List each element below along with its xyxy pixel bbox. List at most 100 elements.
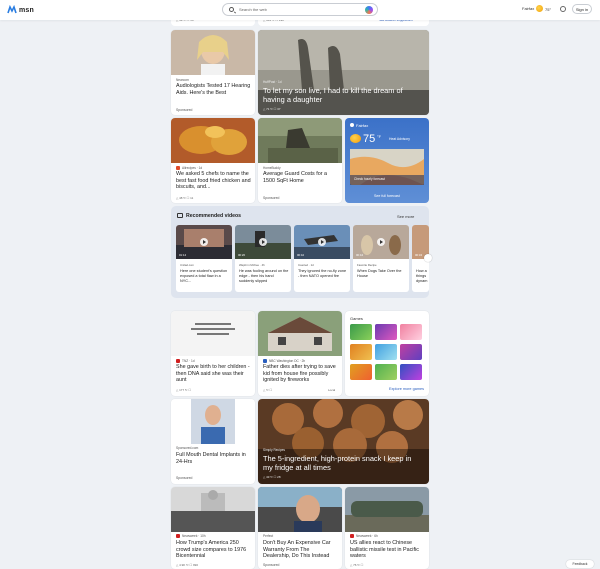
card-title[interactable]: She gave birth to her children - then DN…: [176, 364, 251, 384]
video-source: Unilad.com: [180, 263, 194, 267]
video-card[interactable]: 00:42 Inserted · 1d They ignored the no-…: [294, 225, 350, 292]
video-card[interactable]: 00:44 Favorite Recipe When Dogs Take Ove…: [353, 225, 409, 292]
hourly-forecast-link[interactable]: Check hourly forecast: [354, 177, 385, 181]
sponsored-label: Sponsored: [176, 476, 193, 480]
video-title[interactable]: Here one student's question exposed a to…: [180, 269, 230, 283]
card-meta: △ 177 ↻ ☐: [176, 388, 192, 392]
card-meta: △ 71 ↻ ☐ 37: [263, 107, 281, 111]
game-tile[interactable]: [350, 364, 372, 380]
source-name: Allrecipes · 1d: [182, 166, 203, 170]
explore-games-link[interactable]: Explore more games: [389, 387, 424, 391]
card-meta: △ 76 ↻ ☐: [350, 563, 364, 567]
game-tile[interactable]: [350, 344, 372, 360]
video-title[interactable]: How a things dynam: [416, 269, 427, 283]
game-tile[interactable]: [375, 344, 397, 360]
card-source: NBC Washington DC · 2h: [263, 359, 305, 364]
sponsored-label: Sponsored: [263, 563, 280, 567]
card-meta: △ 4.9K ↻ ☐ 990: [176, 563, 199, 567]
news-card[interactable]: TNZ · 1d She gave birth to her children …: [171, 311, 255, 396]
video-title[interactable]: They ignored the no-fly zone - then NATO…: [298, 269, 348, 279]
card-title[interactable]: US allies react to Chinese ballistic mis…: [350, 540, 425, 560]
card-title[interactable]: We asked 5 chefs to name the best fast f…: [176, 171, 251, 191]
video-duration: 00:42: [297, 253, 304, 257]
card-title[interactable]: Audiologists Tested 17 Hearing Aids. Her…: [176, 83, 251, 96]
hero-card[interactable]: Simply Recipes The 5-ingredient, high-pr…: [258, 399, 429, 484]
video-duration: 00:34: [415, 253, 422, 257]
card-image: [171, 399, 255, 444]
card-title[interactable]: Average Guard Costs for a 1500 SqFt Home: [263, 171, 338, 184]
news-card[interactable]: HomeBuddy Average Guard Costs for a 1500…: [258, 118, 342, 203]
game-tile[interactable]: [400, 324, 422, 340]
sign-in-button[interactable]: Sign in: [572, 4, 592, 14]
card-image: [171, 487, 255, 532]
logo-text: msn: [19, 6, 34, 14]
full-forecast-link[interactable]: See full forecast: [374, 194, 400, 198]
card-title[interactable]: The 5-ingredient, high-protein snack I k…: [263, 454, 421, 472]
source-name: TNZ · 1d: [182, 359, 195, 363]
weather-card[interactable]: Fairfax 75 °F Heat Advisory Check hourly…: [345, 118, 429, 203]
card-meta: △ ↻ ☐: [263, 388, 273, 392]
game-tile[interactable]: [350, 324, 372, 340]
play-icon[interactable]: [377, 238, 385, 246]
card-title[interactable]: To let my son live, I had to kill the dr…: [263, 86, 421, 104]
card-image: [345, 487, 429, 532]
gear-icon[interactable]: [560, 6, 566, 12]
game-tile[interactable]: [400, 364, 422, 380]
card-image: [171, 311, 255, 356]
video-duration: 00:44: [356, 253, 363, 257]
card-source: Newsweek · 10h: [176, 534, 206, 539]
sun-icon[interactable]: [536, 5, 543, 12]
news-card[interactable]: NBC Washington DC · 2h Father dies after…: [258, 311, 342, 396]
play-icon[interactable]: [200, 238, 208, 246]
carousel-next-button[interactable]: [424, 254, 432, 262]
news-card[interactable]: Newsweek · 6h US allies react to Chinese…: [345, 487, 429, 569]
card-source: HomeBuddy: [263, 166, 281, 170]
card-title[interactable]: Full Mouth Dental Implants in 24-Hrs: [176, 452, 251, 465]
video-source: Favorite Recipe: [357, 263, 377, 267]
sponsored-label: Sponsored: [176, 108, 193, 112]
heat-advisory[interactable]: Heat Advisory: [389, 137, 410, 141]
video-title[interactable]: He was fooling around on the edge - then…: [239, 269, 289, 283]
top-bar: msn Search the web Fairfax 75° Sign in: [0, 0, 600, 20]
news-card[interactable]: Nearcom Audiologists Tested 17 Hearing A…: [171, 30, 255, 115]
sponsored-label: Sponsored: [263, 196, 280, 200]
video-card[interactable]: 01:14 Unilad.com Here one student's ques…: [176, 225, 232, 292]
card-image: [258, 487, 342, 532]
video-icon: [177, 213, 183, 218]
copilot-icon[interactable]: [365, 6, 373, 14]
card-title[interactable]: Don't Buy An Expensive Car Warranty From…: [263, 540, 338, 560]
card-source: Simply Recipes: [263, 448, 285, 452]
game-tile[interactable]: [375, 324, 397, 340]
video-duration: 00:20: [238, 253, 245, 257]
weather-city[interactable]: Fairfax: [356, 123, 368, 128]
msn-logo[interactable]: msn: [7, 5, 34, 15]
source-logo: [176, 534, 180, 539]
weather-unit: °F: [377, 134, 382, 139]
search-placeholder: Search the web: [239, 7, 267, 12]
card-meta: △ 48 ↻ ☐ 11: [176, 196, 194, 200]
game-tile[interactable]: [375, 364, 397, 380]
play-icon[interactable]: [318, 238, 326, 246]
section-title: Recommended videos: [186, 213, 242, 219]
card-meta: △ 43 ↻ ☐ 28: [263, 475, 281, 479]
news-card[interactable]: Sponsored.com Full Mouth Dental Implants…: [171, 399, 255, 484]
video-title[interactable]: When Dogs Take Over the House: [357, 269, 407, 279]
header-temp[interactable]: 75°: [545, 7, 551, 12]
games-card[interactable]: Games Explore more games: [345, 311, 429, 396]
news-card[interactable]: Allrecipes · 1d We asked 5 chefs to name…: [171, 118, 255, 203]
see-more-link[interactable]: See more: [397, 214, 414, 219]
game-tile[interactable]: [400, 344, 422, 360]
source-logo: [176, 166, 180, 171]
card-title[interactable]: How Trump's America 250 crowd size compa…: [176, 540, 251, 560]
news-card[interactable]: Newsweek · 10h How Trump's America 250 c…: [171, 487, 255, 569]
feedback-button[interactable]: Feedback: [566, 560, 594, 568]
local-badge: Local: [328, 388, 336, 392]
card-title[interactable]: Father dies after trying to save kid fro…: [263, 364, 338, 384]
play-icon[interactable]: [259, 238, 267, 246]
source-logo: [263, 359, 267, 364]
location-label[interactable]: Fairfax: [522, 6, 534, 11]
hero-card[interactable]: HuffPost · 1d To let my son live, I had …: [258, 30, 429, 115]
video-card[interactable]: 00:20 Wapiti in McKee · 4h He was foolin…: [235, 225, 291, 292]
news-card[interactable]: Perfect Don't Buy An Expensive Car Warra…: [258, 487, 342, 569]
search-box[interactable]: Search the web: [222, 3, 378, 16]
